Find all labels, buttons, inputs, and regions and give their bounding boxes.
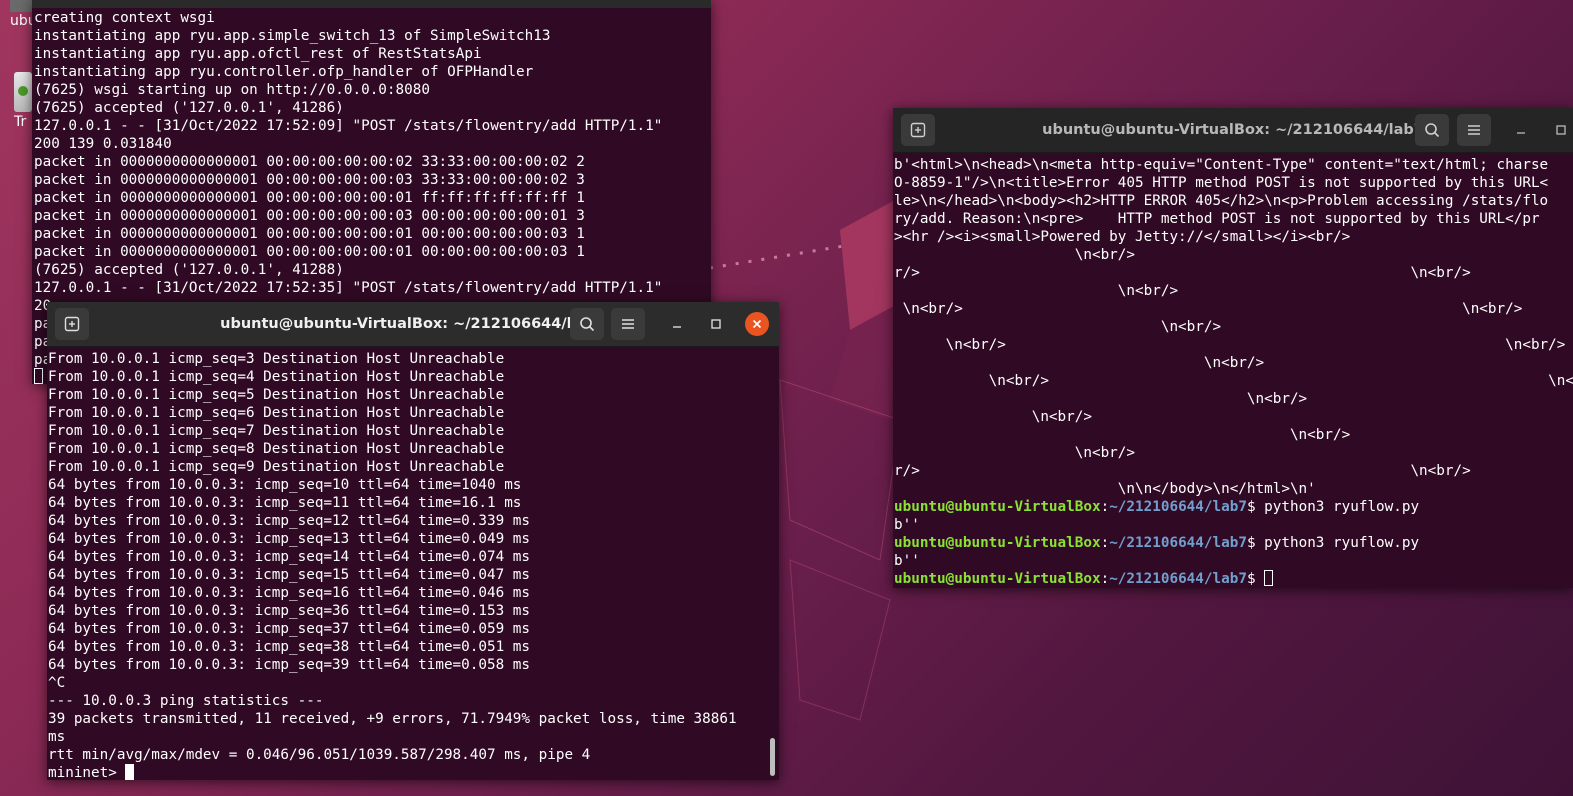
- terminal-line: \n<br/>: [894, 283, 1179, 299]
- maximize-icon: [1556, 125, 1566, 135]
- menu-button[interactable]: [611, 308, 645, 340]
- terminal-line: instantiating app ryu.app.ofctl_rest of …: [34, 46, 482, 62]
- terminal-line: \n\n</body>\n</html>\n': [894, 481, 1316, 497]
- home-folder-icon: [10, 0, 32, 12]
- maximize-icon: [711, 319, 721, 329]
- terminal-line: 39 packets transmitted, 11 received, +9 …: [48, 711, 737, 727]
- terminal-line: O-8859-1"/>\n<title>Error 405 HTTP metho…: [894, 175, 1549, 191]
- search-button[interactable]: [1415, 114, 1449, 146]
- terminal-line: 200 139 0.031840: [34, 136, 172, 152]
- desktop-icon-trash[interactable]: Tr: [14, 72, 34, 134]
- terminal-line: packet in 0000000000000001 00:00:00:00:0…: [34, 208, 585, 224]
- terminal-line: (7625) wsgi starting up on http://0.0.0.…: [34, 82, 430, 98]
- terminal-line: \n<br/> \n<b: [894, 409, 1573, 425]
- terminal-line: 64 bytes from 10.0.0.3: icmp_seq=11 ttl=…: [48, 495, 522, 511]
- hamburger-menu-icon: [1468, 125, 1480, 135]
- minimize-button[interactable]: [665, 312, 689, 336]
- terminal-cursor: [34, 368, 43, 384]
- minimize-icon: [1517, 132, 1525, 134]
- desktop-icon-label: Tr: [14, 114, 27, 130]
- terminal-line: 127.0.0.1 - - [31/Oct/2022 17:52:35] "PO…: [34, 280, 663, 296]
- desktop-icon-home[interactable]: ubu: [10, 0, 37, 36]
- terminal-line: 64 bytes from 10.0.0.3: icmp_seq=13 ttl=…: [48, 531, 531, 547]
- terminal-line: 64 bytes from 10.0.0.3: icmp_seq=10 ttl=…: [48, 477, 522, 493]
- terminal-cursor: [1264, 570, 1274, 586]
- terminal-line: 127.0.0.1 - - [31/Oct/2022 17:52:09] "PO…: [34, 118, 663, 134]
- close-button[interactable]: [745, 312, 769, 336]
- terminal-window-mininet[interactable]: ubuntu@ubuntu-VirtualBox: ~/212106644/la…: [47, 302, 779, 780]
- close-icon: [752, 319, 762, 329]
- terminal-output: From 10.0.0.1 icmp_seq=3 Destination Hos…: [48, 350, 737, 780]
- terminal-line: packet in 0000000000000001 00:00:00:00:0…: [34, 172, 585, 188]
- minimize-button[interactable]: [1509, 118, 1533, 142]
- terminal-line: (7625) accepted ('127.0.0.1', 41286): [34, 100, 344, 116]
- terminal-line: le>\n</head>\n<body><h2>HTTP ERROR 405</…: [894, 193, 1549, 209]
- terminal-line: 64 bytes from 10.0.0.3: icmp_seq=12 ttl=…: [48, 513, 531, 529]
- terminal-titlebar[interactable]: ubuntu@ubuntu-VirtualBox: ~/212106644/la…: [47, 302, 779, 347]
- command-output: b'': [894, 517, 920, 533]
- terminal-line: From 10.0.0.1 icmp_seq=5 Destination Hos…: [48, 387, 505, 403]
- prompt-line: ubuntu@ubuntu-VirtualBox:~/212106644/lab…: [894, 535, 1420, 551]
- terminal-line: \n<br/> \n<br/>: [894, 337, 1566, 353]
- terminal-line: r/> \n<br/>: [894, 265, 1471, 281]
- search-icon: [580, 317, 595, 332]
- desktop-icon-label: ubu: [10, 13, 37, 29]
- titlebar-edge: [32, 0, 711, 8]
- trash-icon: [14, 72, 32, 112]
- terminal-line: 64 bytes from 10.0.0.3: icmp_seq=36 ttl=…: [48, 603, 531, 619]
- terminal-output: b'<html>\n<head>\n<meta http-equiv="Cont…: [894, 156, 1573, 588]
- terminal-line: packet in 0000000000000001 00:00:00:00:0…: [34, 244, 585, 260]
- terminal-line: ><hr /><i><small>Powered by Jetty://</sm…: [894, 229, 1351, 245]
- search-button[interactable]: [570, 308, 604, 340]
- terminal-line: ry/add. Reason:\n<pre> HTTP method POST …: [894, 211, 1540, 227]
- terminal-line: creating context wsgi: [34, 10, 215, 26]
- terminal-line: --- 10.0.0.3 ping statistics ---: [48, 693, 324, 709]
- prompt-line: ubuntu@ubuntu-VirtualBox:~/212106644/lab…: [894, 499, 1420, 515]
- command-output: b'': [894, 553, 920, 569]
- terminal-line: ms: [48, 729, 66, 745]
- terminal-line: \n<br/> \n<br/>: [894, 373, 1573, 389]
- terminal-line: (7625) accepted ('127.0.0.1', 41288): [34, 262, 344, 278]
- terminal-line: 64 bytes from 10.0.0.3: icmp_seq=37 ttl=…: [48, 621, 531, 637]
- terminal-line: \n<br/>: [894, 445, 1136, 461]
- terminal-line: From 10.0.0.1 icmp_seq=3 Destination Hos…: [48, 351, 505, 367]
- terminal-line: 64 bytes from 10.0.0.3: icmp_seq=38 ttl=…: [48, 639, 531, 655]
- terminal-line: \n<br/>: [894, 391, 1308, 407]
- terminal-line: instantiating app ryu.app.simple_switch_…: [34, 28, 551, 44]
- terminal-line: ^C: [48, 675, 66, 691]
- terminal-window-right[interactable]: ubuntu@ubuntu-VirtualBox: ~/212106644/la…: [893, 108, 1573, 588]
- terminal-line: packet in 0000000000000001 00:00:00:00:0…: [34, 226, 585, 242]
- terminal-line: packet in 0000000000000001 00:00:00:00:0…: [34, 154, 585, 170]
- terminal-line: 64 bytes from 10.0.0.3: icmp_seq=39 ttl=…: [48, 657, 531, 673]
- scrollbar[interactable]: [770, 738, 775, 776]
- mininet-prompt[interactable]: mininet>: [48, 764, 737, 780]
- terminal-line: From 10.0.0.1 icmp_seq=9 Destination Hos…: [48, 459, 505, 475]
- terminal-line: From 10.0.0.1 icmp_seq=7 Destination Hos…: [48, 423, 505, 439]
- terminal-line: \n<br/>: [894, 247, 1136, 263]
- terminal-line: instantiating app ryu.controller.ofp_han…: [34, 64, 534, 80]
- maximize-button[interactable]: [704, 312, 728, 336]
- search-icon: [1425, 123, 1440, 138]
- terminal-line: 64 bytes from 10.0.0.3: icmp_seq=16 ttl=…: [48, 585, 531, 601]
- minimize-icon: [673, 326, 681, 328]
- terminal-line: From 10.0.0.1 icmp_seq=8 Destination Hos…: [48, 441, 505, 457]
- terminal-line: packet in 0000000000000001 00:00:00:00:0…: [34, 190, 585, 206]
- terminal-line: \n<br/>: [894, 355, 1265, 371]
- terminal-line: \n<br/> \n<br/>: [894, 301, 1523, 317]
- terminal-line: \n<br/>: [894, 319, 1222, 335]
- menu-button[interactable]: [1457, 114, 1491, 146]
- prompt-line-active[interactable]: ubuntu@ubuntu-VirtualBox:~/212106644/lab…: [894, 570, 1573, 588]
- terminal-line: r/> \n<br/>: [894, 463, 1471, 479]
- terminal-line: \n<br/>: [894, 427, 1351, 443]
- terminal-line: rtt min/avg/max/mdev = 0.046/96.051/1039…: [48, 747, 591, 763]
- terminal-line: b'<html>\n<head>\n<meta http-equiv="Cont…: [894, 157, 1549, 173]
- terminal-cursor: [125, 764, 135, 780]
- maximize-button[interactable]: [1549, 118, 1573, 142]
- terminal-titlebar[interactable]: ubuntu@ubuntu-VirtualBox: ~/212106644/la…: [893, 108, 1573, 153]
- terminal-line: 64 bytes from 10.0.0.3: icmp_seq=15 ttl=…: [48, 567, 531, 583]
- terminal-line: 64 bytes from 10.0.0.3: icmp_seq=14 ttl=…: [48, 549, 531, 565]
- hamburger-menu-icon: [622, 319, 634, 329]
- terminal-line: From 10.0.0.1 icmp_seq=4 Destination Hos…: [48, 369, 505, 385]
- terminal-line: From 10.0.0.1 icmp_seq=6 Destination Hos…: [48, 405, 505, 421]
